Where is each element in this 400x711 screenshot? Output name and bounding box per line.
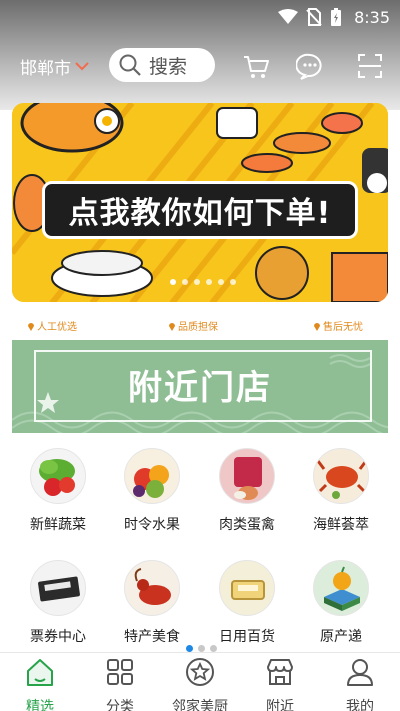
city-selector[interactable]: 邯郸市 [20, 54, 89, 79]
location-pin-icon [28, 322, 34, 331]
star-badge-icon [186, 658, 214, 686]
battery-icon [331, 8, 342, 26]
promo-banner[interactable]: 点我教你如何下单! [12, 103, 388, 302]
nearby-store-banner[interactable]: 附近门店 [12, 340, 388, 433]
location-pin-icon [169, 322, 175, 331]
category-label: 日用百货 [219, 629, 275, 645]
home-icon [27, 659, 53, 686]
status-time: 8:35 [354, 7, 390, 27]
guarantee-strip: 人工优选 品质担保 售后无忧 [0, 318, 400, 334]
banner-pagination [170, 279, 236, 285]
status-bar: 8:35 [0, 0, 400, 34]
category-specialty-food[interactable]: 特产美食 [112, 560, 192, 646]
vegetables-icon [30, 448, 86, 504]
pagination-dot [170, 279, 176, 285]
pagination-dot [206, 279, 212, 285]
guarantee-label: 品质担保 [178, 322, 218, 333]
location-pin-icon [314, 322, 320, 331]
nav-label: 附近 [266, 699, 294, 711]
category-label: 肉类蛋禽 [219, 517, 275, 533]
category-fruit[interactable]: 时令水果 [112, 448, 192, 534]
nav-item-featured[interactable]: 精选 [0, 657, 80, 711]
nav-label: 邻家美厨 [172, 699, 228, 711]
category-vegetables[interactable]: 新鲜蔬菜 [18, 448, 98, 534]
nav-label: 分类 [106, 699, 134, 711]
user-icon [347, 659, 373, 686]
category-label: 海鲜荟萃 [313, 517, 369, 533]
nav-item-neighbor-kitchen[interactable]: 邻家美厨 [160, 657, 240, 711]
category-label: 原产递 [320, 629, 362, 645]
pagination-dot [210, 645, 217, 652]
category-label: 特产美食 [124, 629, 180, 645]
nav-item-mine[interactable]: 我的 [320, 657, 400, 711]
nav-item-nearby[interactable]: 附近 [240, 657, 320, 711]
nav-label: 我的 [346, 699, 374, 711]
wifi-icon [278, 9, 299, 24]
chevron-down-icon [75, 61, 89, 70]
message-icon[interactable] [296, 52, 324, 80]
search-icon [119, 54, 141, 76]
pagination-dot [194, 279, 200, 285]
category-label: 时令水果 [124, 517, 180, 533]
meat-icon [219, 448, 275, 504]
category-seafood[interactable]: 海鲜荟萃 [301, 448, 381, 534]
nav-label: 精选 [26, 699, 54, 711]
status-icons: 8:35 [278, 6, 390, 28]
category-daily-goods[interactable]: 日用百货 [207, 560, 287, 646]
category-origin-delivery[interactable]: 原产递 [301, 560, 381, 646]
scan-icon[interactable] [356, 52, 384, 80]
nav-item-category[interactable]: 分类 [80, 657, 160, 711]
specialty-food-icon [124, 560, 180, 616]
origin-delivery-icon [313, 560, 369, 616]
category-label: 新鲜蔬菜 [30, 517, 86, 533]
city-label: 邯郸市 [20, 59, 71, 79]
pagination-dot [230, 279, 236, 285]
no-sim-icon [306, 8, 322, 26]
ticket-icon [30, 560, 86, 616]
pagination-dot [186, 645, 193, 652]
fruit-icon [124, 448, 180, 504]
category-tickets[interactable]: 票券中心 [18, 560, 98, 646]
category-label: 票券中心 [30, 629, 86, 645]
search-input[interactable]: 搜索 [109, 48, 215, 82]
daily-goods-icon [219, 560, 275, 616]
guarantee-label: 人工优选 [37, 322, 77, 333]
header: 邯郸市 搜索 [0, 46, 400, 86]
pagination-dot [182, 279, 188, 285]
seafood-icon [313, 448, 369, 504]
store-icon [267, 659, 293, 685]
guarantee-item: 售后无忧 [313, 318, 363, 333]
search-placeholder: 搜索 [149, 55, 188, 78]
bottom-nav: 精选 分类 邻家美厨 附近 我的 [0, 652, 400, 711]
screen: 8:35 邯郸市 搜索 点我教你如何下单! 人工优选 品质担保 售后无忧 附近门… [0, 0, 400, 711]
category-meat[interactable]: 肉类蛋禽 [207, 448, 287, 534]
banner-title: 点我教你如何下单! [68, 196, 332, 231]
guarantee-item: 人工优选 [27, 318, 77, 333]
guarantee-item: 品质担保 [168, 318, 218, 333]
pagination-dot [198, 645, 205, 652]
guarantee-label: 售后无忧 [323, 322, 363, 333]
store-banner-title: 附近门店 [128, 368, 272, 408]
grid-icon [107, 659, 133, 685]
banner-title-box: 点我教你如何下单! [42, 181, 358, 239]
pagination-dot [218, 279, 224, 285]
cart-icon[interactable] [242, 52, 270, 80]
category-pagination [186, 645, 217, 652]
